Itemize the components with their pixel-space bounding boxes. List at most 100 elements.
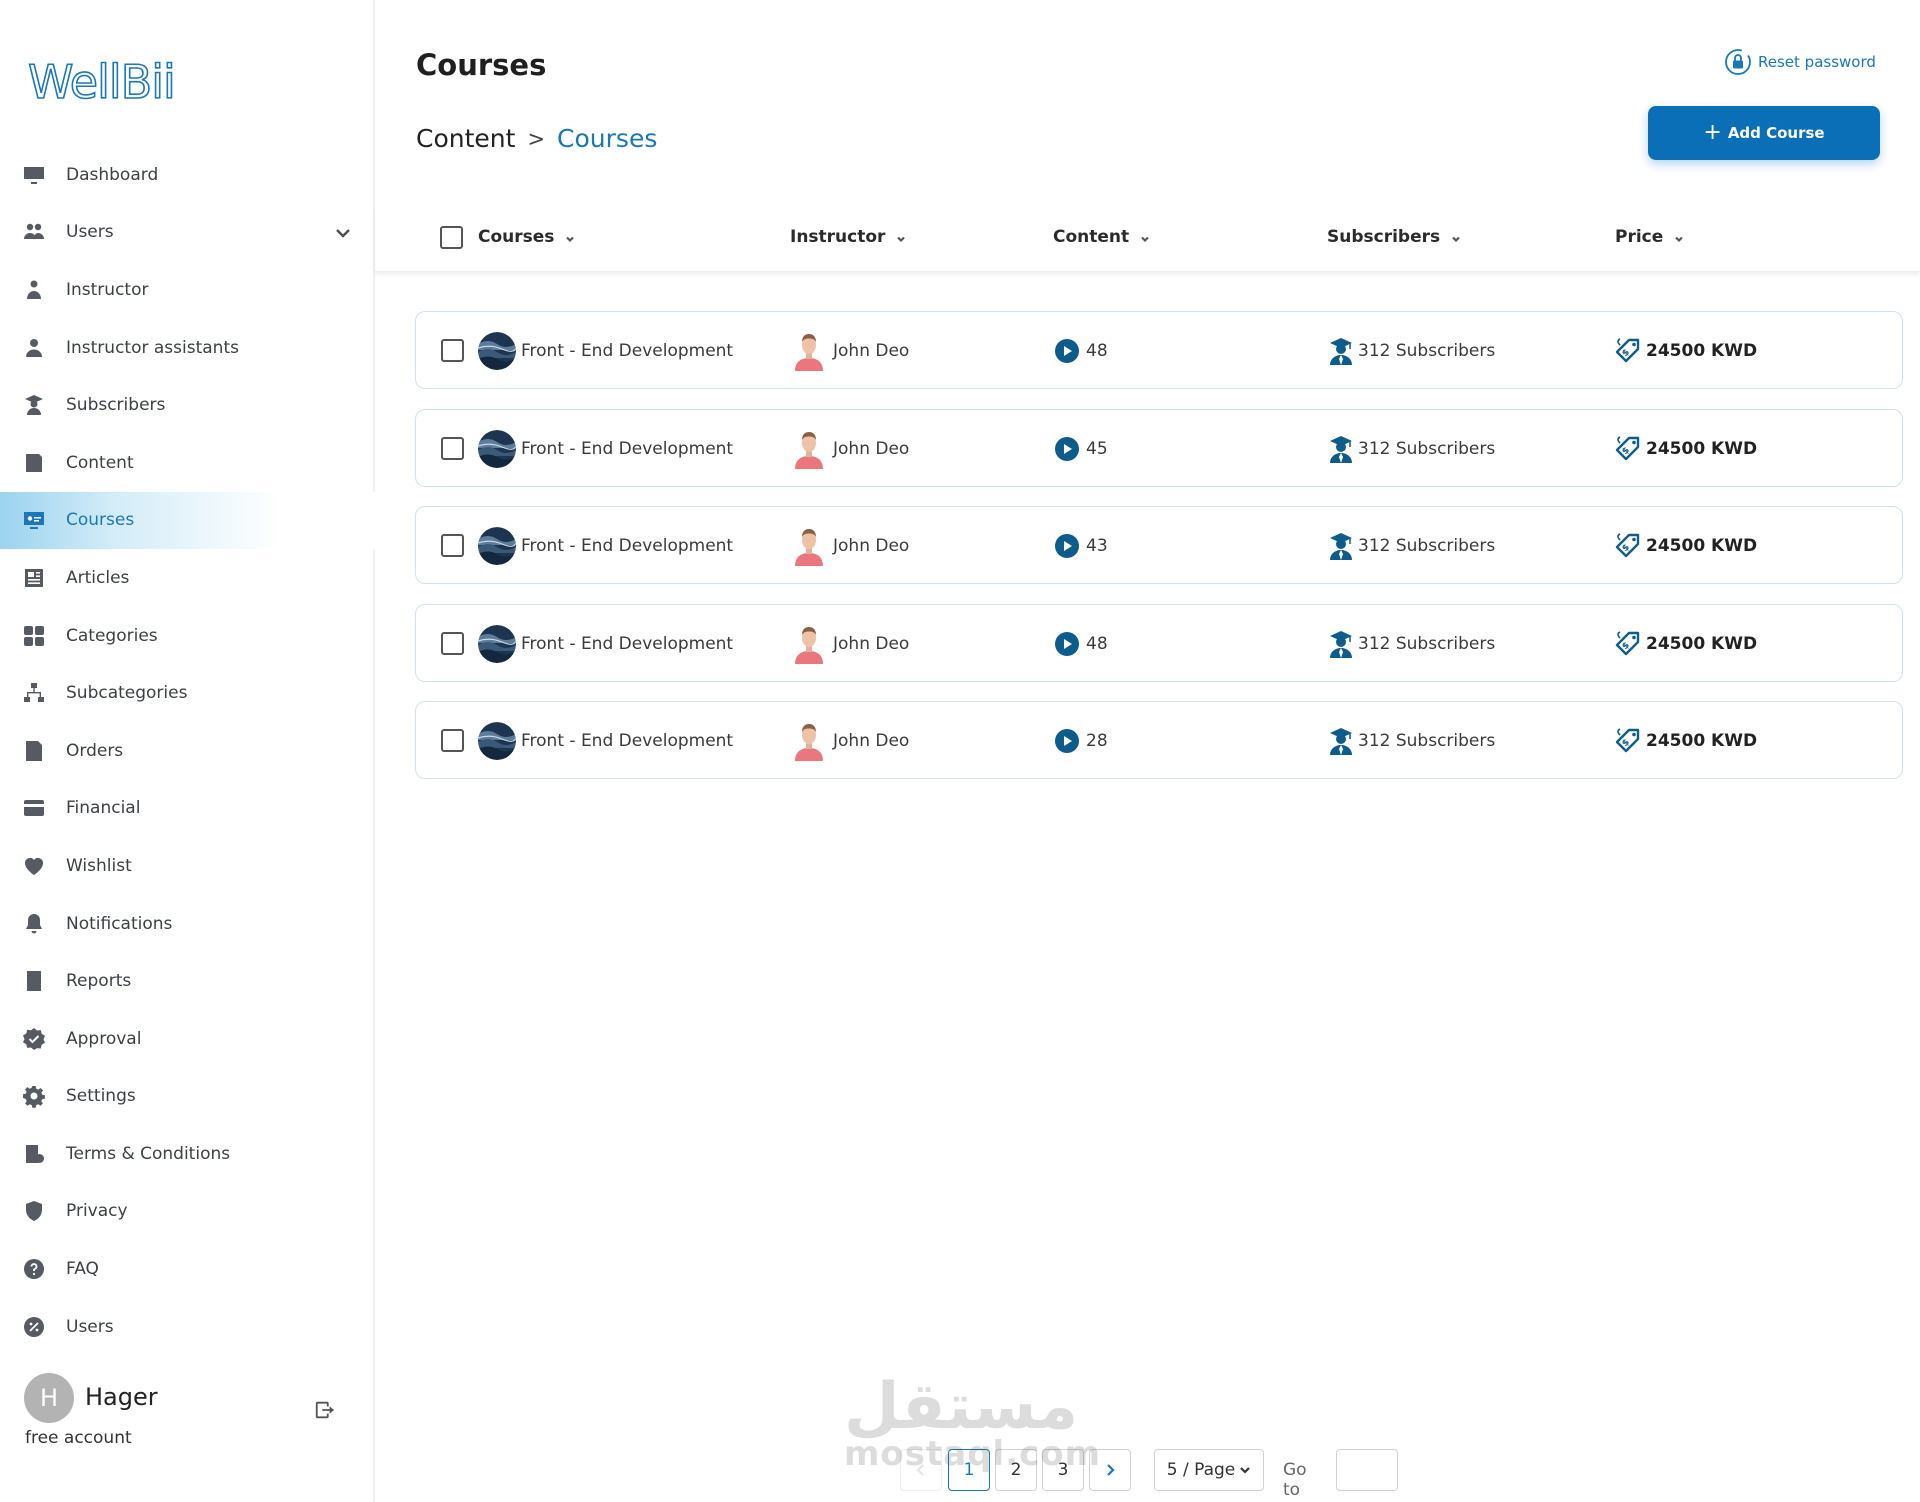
graduate-icon xyxy=(1330,630,1352,658)
add-course-button[interactable]: + Add Course xyxy=(1648,106,1880,160)
sidebar-item-subscribers[interactable]: Subscribers xyxy=(0,376,375,434)
subscribers-count: 312 Subscribers xyxy=(1358,536,1496,556)
reset-password-link[interactable]: Reset password xyxy=(1724,48,1876,76)
sidebar-item-label: Orders xyxy=(66,740,124,761)
subscribers-cell: 312 Subscribers xyxy=(1328,605,1495,683)
lock-reset-icon xyxy=(1725,49,1751,75)
course-thumbnail xyxy=(478,722,516,760)
table-row[interactable]: Front - End Development John Deo 43 312 Sub… xyxy=(415,506,1903,584)
next-page-button[interactable] xyxy=(1089,1449,1131,1491)
instructor-cell[interactable]: John Deo xyxy=(793,605,909,683)
content-cell: 48 xyxy=(1054,312,1108,390)
row-checkbox[interactable] xyxy=(441,534,464,557)
course-cell[interactable]: Front - End Development xyxy=(478,507,733,585)
sidebar-item-reports[interactable]: Reports xyxy=(0,952,375,1010)
column-label: Content xyxy=(1053,227,1130,247)
row-checkbox[interactable] xyxy=(441,339,464,362)
goto-page-input[interactable] xyxy=(1336,1449,1398,1491)
sidebar-item-orders[interactable]: Orders xyxy=(0,722,375,780)
instructor-name: John Deo xyxy=(833,438,910,459)
graduate-icon xyxy=(1330,435,1352,463)
column-header-price[interactable]: Price xyxy=(1615,227,1687,247)
column-header-courses[interactable]: Courses xyxy=(478,227,578,247)
sort-caret-icon xyxy=(1673,230,1687,244)
content-cell: 45 xyxy=(1054,410,1108,488)
table-row[interactable]: Front - End Development John Deo 48 312 Sub… xyxy=(415,603,1903,683)
price-cell: $24500 KWD xyxy=(1614,702,1757,780)
sidebar-item-privacy[interactable]: Privacy xyxy=(0,1183,375,1241)
content-cell: 43 xyxy=(1054,507,1108,585)
sidebar-item-financial[interactable]: Financial xyxy=(0,780,375,838)
instructor-avatar xyxy=(795,626,823,664)
sidebar-item-settings[interactable]: Settings xyxy=(0,1068,375,1126)
graduate-icon xyxy=(1330,533,1352,560)
select-all-checkbox[interactable] xyxy=(440,226,463,249)
instructor-cell[interactable]: John Deo xyxy=(793,507,909,585)
course-thumbnail xyxy=(478,527,516,565)
play-icon xyxy=(1055,729,1079,753)
sidebar-item-approval[interactable]: Approval xyxy=(0,1010,375,1068)
wellbii-logo[interactable]: WellBii xyxy=(28,54,188,110)
course-cell[interactable]: Front - End Development xyxy=(478,410,733,488)
sidebar-item-users[interactable]: Users xyxy=(0,204,375,262)
course-cell[interactable]: Front - End Development xyxy=(478,605,733,683)
row-checkbox[interactable] xyxy=(441,729,464,752)
course-cell[interactable]: Front - End Development xyxy=(478,312,733,390)
sidebar-item-faq[interactable]: FAQ xyxy=(0,1240,375,1298)
table-row[interactable]: Front - End Development John Deo 28 312 Sub… xyxy=(415,701,1903,779)
page-button-3[interactable]: 3 xyxy=(1042,1449,1084,1491)
sidebar-item-users-2[interactable]: Users xyxy=(0,1298,375,1356)
course-cell[interactable]: Front - End Development xyxy=(478,702,733,780)
price-value: 24500 KWD xyxy=(1646,633,1758,654)
breadcrumb-separator: > xyxy=(527,126,546,151)
sidebar-item-label: Dashboard xyxy=(66,164,159,185)
instructor-cell[interactable]: John Deo xyxy=(793,410,909,488)
price-tag-icon: $ xyxy=(1615,728,1640,753)
sidebar-item-articles[interactable]: Articles xyxy=(0,549,375,607)
user-plan: free account xyxy=(25,1428,132,1448)
card-icon xyxy=(20,794,48,822)
sidebar-item-dashboard[interactable]: Dashboard xyxy=(0,146,375,204)
instructor-icon xyxy=(20,276,48,304)
sidebar-item-label: Reports xyxy=(66,971,132,992)
sidebar-item-terms[interactable]: Terms & Conditions xyxy=(0,1125,375,1183)
breadcrumb-content[interactable]: Content xyxy=(416,124,515,153)
sidebar-item-notifications[interactable]: Notifications xyxy=(0,895,375,953)
chevron-down-icon[interactable] xyxy=(333,223,353,243)
sidebar-item-courses[interactable]: Courses xyxy=(0,491,375,550)
column-header-instructor[interactable]: Instructor xyxy=(790,227,909,247)
instructor-cell[interactable]: John Deo xyxy=(793,312,909,390)
sidebar-item-label: Articles xyxy=(66,567,130,588)
sidebar-item-instructor-assistants[interactable]: Instructor assistants xyxy=(0,319,375,377)
chevron-down-icon xyxy=(1240,1467,1251,1474)
instructor-cell[interactable]: John Deo xyxy=(793,702,909,780)
price-tag-icon: $ xyxy=(1615,630,1640,655)
row-checkbox[interactable] xyxy=(441,436,464,460)
logout-icon[interactable] xyxy=(314,1399,338,1423)
page-button-2[interactable]: 2 xyxy=(995,1449,1037,1491)
sidebar-item-instructor[interactable]: Instructor xyxy=(0,261,375,319)
sidebar-item-categories[interactable]: Categories xyxy=(0,607,375,665)
row-checkbox[interactable] xyxy=(441,631,464,655)
page-size-select[interactable]: 5 / Page xyxy=(1154,1449,1264,1491)
question-icon xyxy=(20,1255,48,1283)
sidebar-item-subcategories[interactable]: Subcategories xyxy=(0,664,375,722)
sidebar-item-label: Settings xyxy=(66,1086,136,1107)
sidebar-item-label: Notifications xyxy=(66,913,173,934)
content-count: 48 xyxy=(1086,633,1108,654)
table-row[interactable]: Front - End Development John Deo 45 312 Sub… xyxy=(415,408,1903,488)
bell-icon xyxy=(20,910,48,938)
play-icon xyxy=(1055,339,1079,363)
sidebar-item-wishlist[interactable]: Wishlist xyxy=(0,837,375,895)
sidebar-item-content[interactable]: Content xyxy=(0,434,375,492)
subscribers-count: 312 Subscribers xyxy=(1358,341,1496,361)
column-header-content[interactable]: Content xyxy=(1053,227,1153,247)
breadcrumb-courses[interactable]: Courses xyxy=(557,124,657,153)
page-button-1[interactable]: 1 xyxy=(948,1449,990,1491)
column-header-subscribers[interactable]: Subscribers xyxy=(1327,227,1464,247)
sidebar-item-label: Privacy xyxy=(66,1201,128,1222)
table-row[interactable]: Front - End Development John Deo 48 312 Sub… xyxy=(415,311,1903,389)
report-icon xyxy=(20,967,48,995)
avatar[interactable]: H xyxy=(24,1373,74,1423)
prev-page-button[interactable] xyxy=(900,1449,942,1491)
